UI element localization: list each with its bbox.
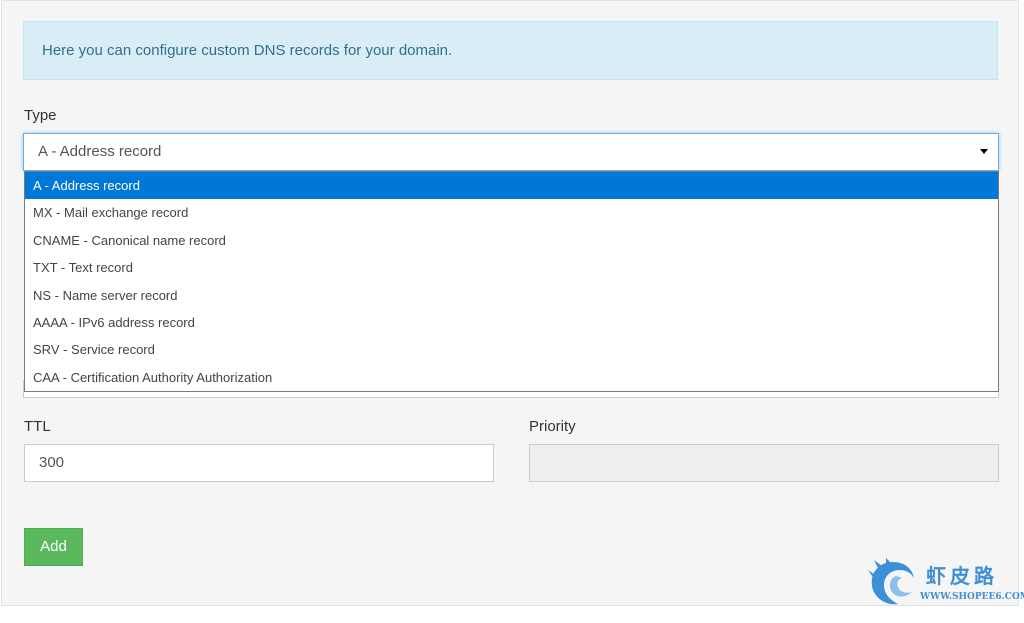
type-option-srv[interactable]: SRV - Service record xyxy=(25,336,998,363)
type-option-txt[interactable]: TXT - Text record xyxy=(25,254,998,281)
type-option-caa[interactable]: CAA - Certification Authority Authorizat… xyxy=(25,364,998,391)
ttl-input-value: 300 xyxy=(39,454,65,471)
priority-input[interactable] xyxy=(529,444,999,482)
ttl-input[interactable]: 300 xyxy=(24,444,494,482)
caret-down-icon[interactable] xyxy=(980,149,988,154)
type-option-ns[interactable]: NS - Name server record xyxy=(25,282,998,309)
type-option-mx[interactable]: MX - Mail exchange record xyxy=(25,199,998,226)
type-dropdown-list[interactable]: A - Address record MX - Mail exchange re… xyxy=(24,171,999,392)
add-button[interactable]: Add xyxy=(24,528,83,566)
priority-label: Priority xyxy=(529,418,576,435)
dragon-logo-icon xyxy=(868,558,914,605)
ttl-label: TTL xyxy=(24,418,51,435)
type-label: Type xyxy=(24,107,57,124)
type-option-a[interactable]: A - Address record xyxy=(25,172,998,200)
type-select[interactable]: A - Address record xyxy=(23,133,999,171)
type-select-value: A - Address record xyxy=(38,143,162,160)
info-message: Here you can configure custom DNS record… xyxy=(42,42,453,59)
watermark: 虾皮路 WWW.SHOPEE6.COM xyxy=(866,558,1024,608)
type-option-aaaa[interactable]: AAAA - IPv6 address record xyxy=(25,309,998,336)
watermark-url: WWW.SHOPEE6.COM xyxy=(920,592,1024,602)
type-option-cname[interactable]: CNAME - Canonical name record xyxy=(25,227,998,254)
info-alert: Here you can configure custom DNS record… xyxy=(23,21,998,80)
watermark-text: 虾皮路 xyxy=(926,566,998,588)
